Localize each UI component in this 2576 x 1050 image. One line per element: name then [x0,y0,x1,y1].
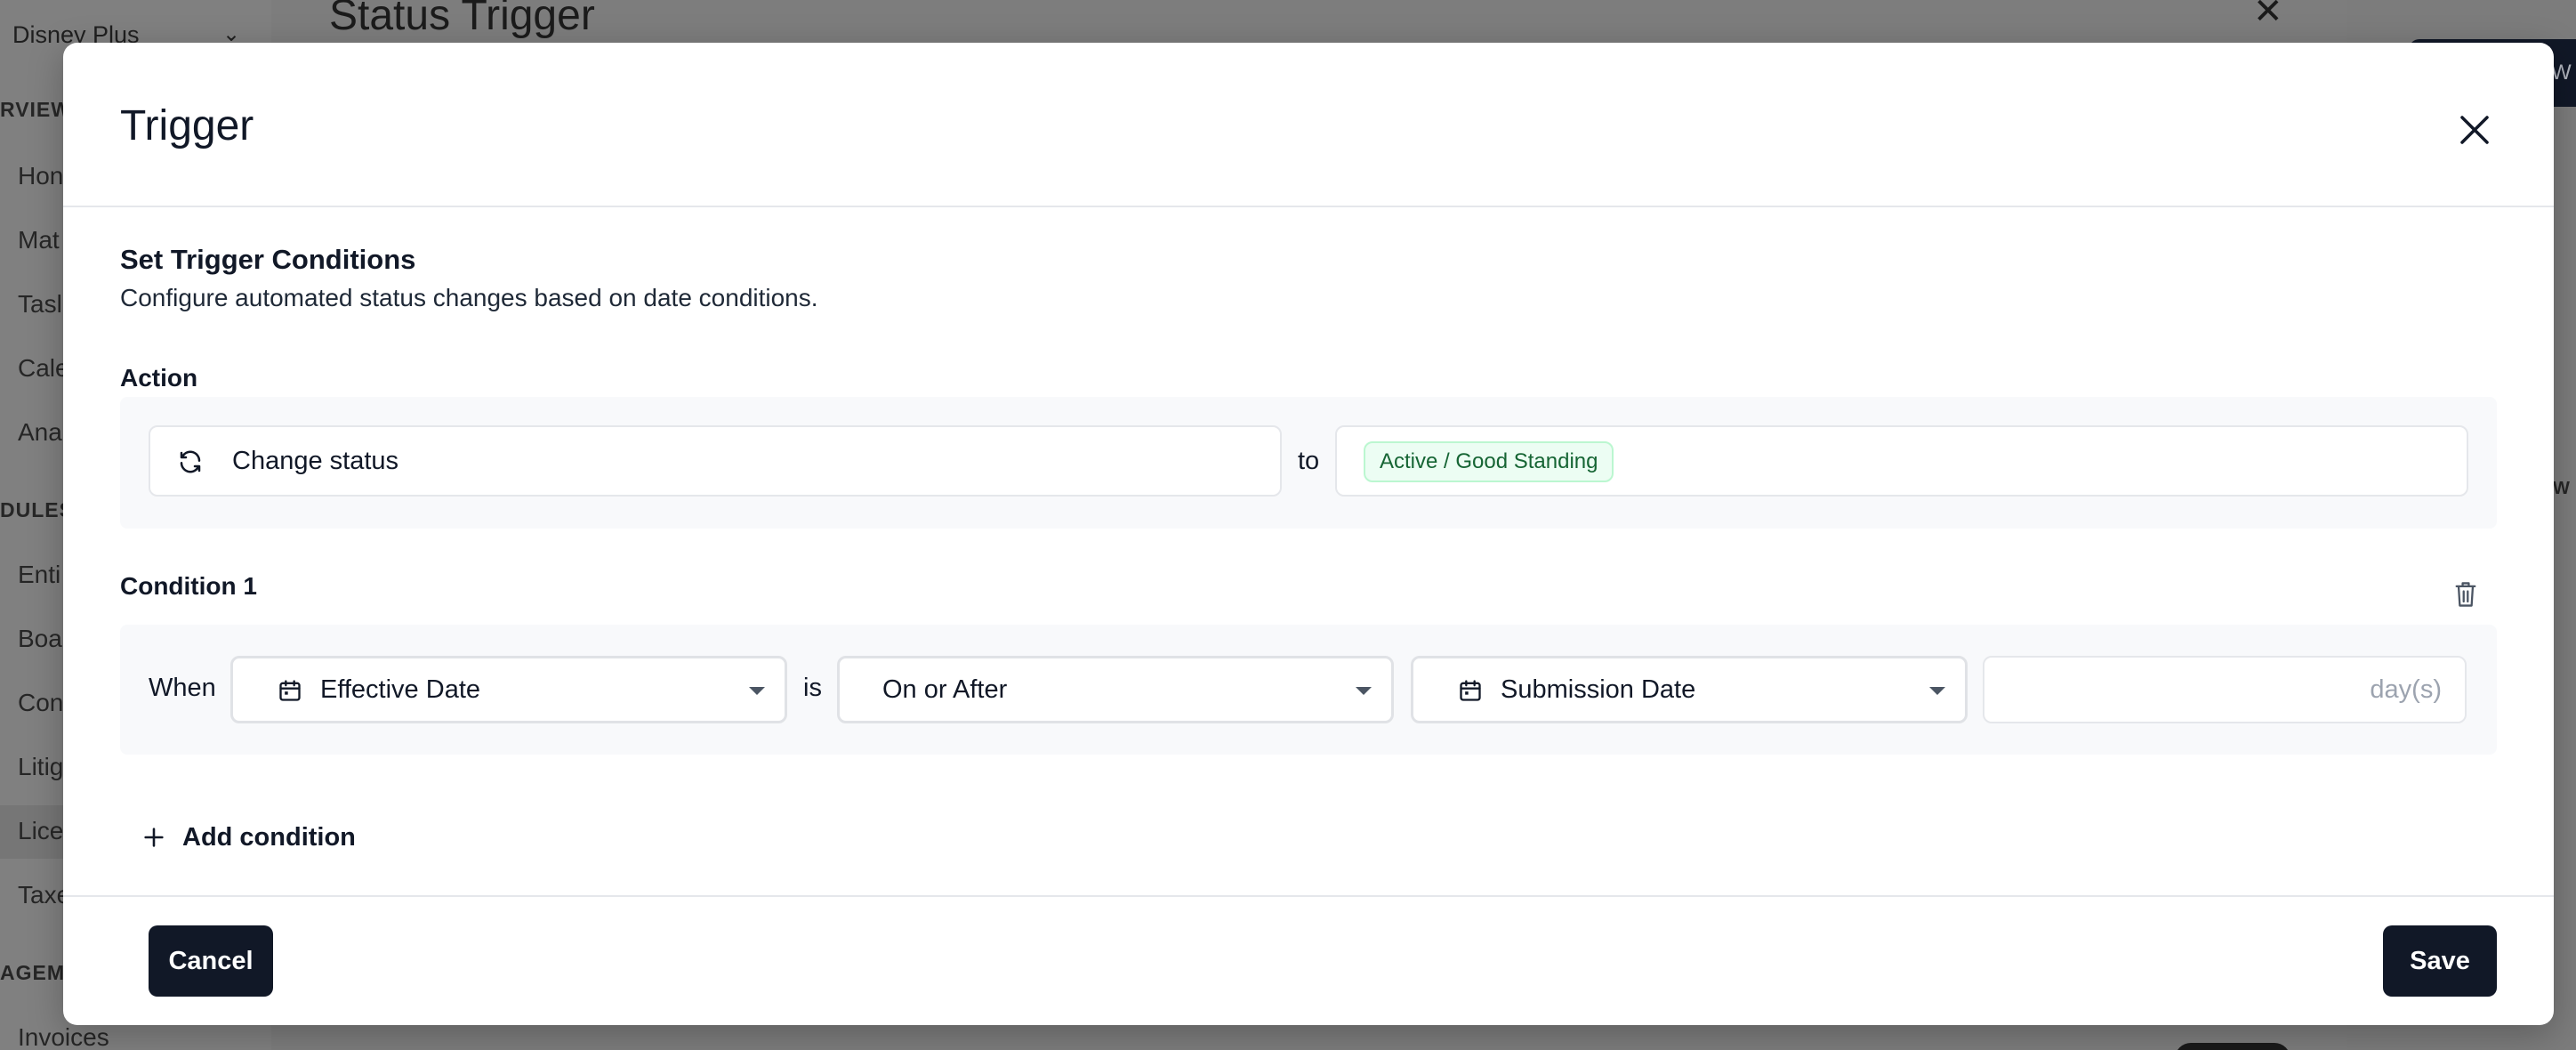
add-condition-button[interactable]: Add condition [141,815,356,860]
operator-select-value: On or After [882,675,1008,704]
modal-footer: Cancel Save [63,895,2554,1025]
section-description: Configure automated status changes based… [120,284,818,311]
trigger-modal: Trigger Set Trigger Conditions Configure… [63,43,2554,1025]
sidebar-item-home: Hon [18,162,64,190]
background-button-label: W [2551,61,2572,85]
operator-select[interactable]: On or After [837,656,1394,723]
save-button[interactable]: Save [2383,925,2497,997]
compare-date-select-value: Submission Date [1501,675,1696,704]
close-icon[interactable] [2457,112,2492,148]
is-label: is [803,674,822,702]
condition-label: Condition 1 [120,572,257,600]
modal-header: Trigger [63,43,2554,207]
sidebar-item-litigation: Litig [18,753,64,780]
calendar-icon [279,680,301,701]
sidebar-item-matters: Mat [18,226,60,254]
sidebar-item-analytics: Ana [18,418,62,446]
sidebar-item-licenses: Lice [18,817,64,844]
sidebar-item-calendar: Cale [18,354,69,382]
compare-date-select[interactable]: Submission Date [1411,656,1968,723]
when-label: When [149,674,216,702]
action-select[interactable]: Change status [149,425,1282,497]
sidebar-item-invoices: Invoices [18,1023,109,1050]
chevron-down-icon [1356,687,1372,695]
background-bottom-button [2175,1043,2290,1050]
cancel-button[interactable]: Cancel [149,925,273,997]
add-condition-label: Add condition [182,822,356,852]
field-select-value: Effective Date [320,675,481,704]
condition-panel: When Effective Date is On or After Submi… [120,625,2497,755]
action-value: Change status [232,447,399,475]
trash-icon[interactable] [2453,580,2478,609]
chevron-down-icon [749,687,765,695]
field-select[interactable]: Effective Date [230,656,787,723]
close-icon: ✕ [2253,0,2283,31]
refresh-icon [180,450,201,473]
connector-to: to [1298,447,1320,475]
sidebar-section-management: AGEM [0,961,65,984]
modal-title: Trigger [120,102,254,149]
action-panel: Change status to Active / Good Standing [120,397,2497,529]
plus-icon [144,828,164,847]
sidebar-section-overview: RVIEW [0,98,71,121]
background-dialog-title: Status Trigger [329,0,595,39]
sidebar-item-tasks: Tasl [18,290,62,318]
sidebar-item-contracts: Con [18,689,64,716]
action-label: Action [120,364,198,392]
background-side-text: W [2553,479,2570,498]
sidebar-item-boards: Boa [18,625,62,652]
status-badge: Active / Good Standing [1364,441,1614,482]
calendar-icon [1460,680,1481,701]
days-input[interactable]: day(s) [1983,656,2467,723]
sidebar-item-entities: Enti [18,561,61,588]
days-unit-label: day(s) [2370,675,2442,704]
status-select[interactable]: Active / Good Standing [1335,425,2468,497]
section-title: Set Trigger Conditions [120,244,416,275]
chevron-down-icon [1929,687,1945,695]
